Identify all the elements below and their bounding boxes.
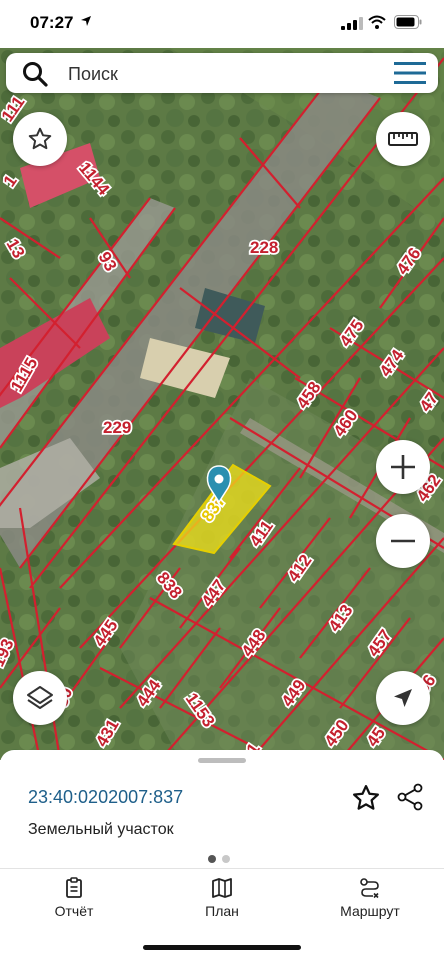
- star-icon: [28, 127, 52, 150]
- star-icon[interactable]: [351, 783, 381, 813]
- ruler-icon: [388, 132, 418, 146]
- parcel-label[interactable]: 229: [101, 416, 133, 439]
- report-icon: [66, 877, 82, 898]
- page-dot-active: [208, 855, 216, 863]
- search-input[interactable]: [66, 58, 370, 90]
- ruler-button[interactable]: [376, 112, 430, 166]
- favorites-button[interactable]: [13, 112, 67, 166]
- layers-icon: [27, 686, 53, 709]
- tab-label: План: [205, 903, 239, 919]
- search-bar: [6, 53, 438, 93]
- minus-icon: [391, 539, 415, 543]
- tab-label: Маршрут: [340, 903, 400, 919]
- tab-plan[interactable]: План: [162, 877, 282, 927]
- search-icon[interactable]: [22, 61, 48, 87]
- zoom-in-button[interactable]: [376, 440, 430, 494]
- share-icon[interactable]: [396, 783, 424, 811]
- tab-route[interactable]: Маршрут: [310, 877, 430, 927]
- status-time: 07:27: [30, 13, 74, 32]
- layers-button[interactable]: [13, 671, 67, 725]
- parcel-type: Земельный участок: [28, 821, 174, 838]
- battery-icon: [394, 15, 422, 29]
- parcel-label[interactable]: 228: [248, 236, 280, 259]
- zoom-out-button[interactable]: [376, 514, 430, 568]
- location-arrow-icon: [81, 16, 91, 26]
- tab-bar: Отчёт План Маршрут: [0, 868, 444, 961]
- tab-report[interactable]: Отчёт: [14, 877, 134, 927]
- cadastral-map[interactable]: 111 1144 1 13 93 228 476 475 474 47 1115…: [0, 48, 444, 760]
- my-location-button[interactable]: [376, 671, 430, 725]
- cellular-signal-icon: [341, 17, 363, 30]
- page-indicator: [208, 850, 236, 868]
- home-indicator[interactable]: [143, 945, 301, 950]
- sheet-drag-handle[interactable]: [198, 758, 246, 763]
- route-icon: [360, 878, 379, 899]
- tab-label: Отчёт: [54, 903, 94, 919]
- plus-icon: [391, 455, 415, 479]
- hamburger-menu-icon[interactable]: [392, 61, 428, 85]
- cadastral-number[interactable]: 23:40:0202007:837: [28, 787, 183, 808]
- navigation-arrow-icon: [394, 689, 412, 707]
- wifi-icon: [368, 15, 386, 29]
- map-plan-icon: [212, 878, 232, 898]
- parcel-info-sheet[interactable]: 23:40:0202007:837 Земельный участок: [0, 750, 444, 868]
- status-bar: 07:27: [0, 0, 444, 48]
- page-dot: [222, 855, 230, 863]
